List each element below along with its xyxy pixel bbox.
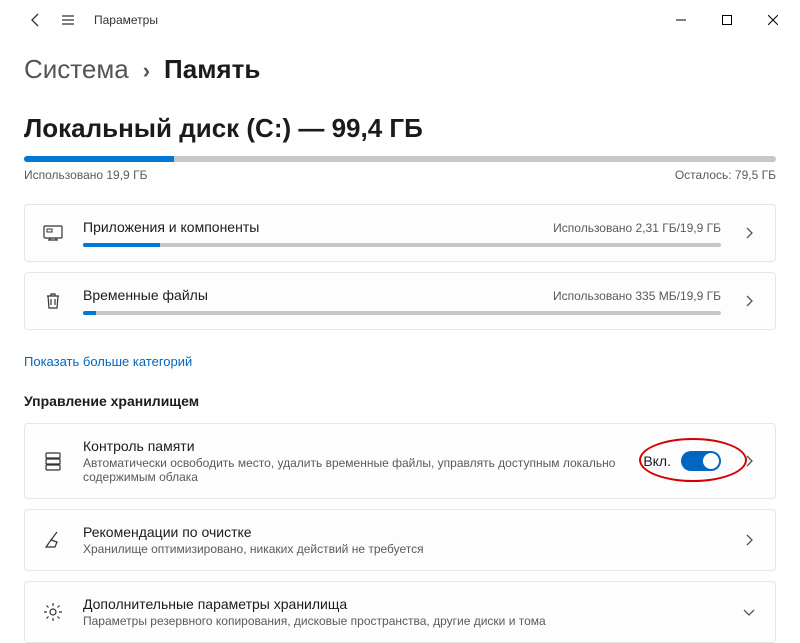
trash-icon xyxy=(41,291,65,311)
storage-icon xyxy=(41,451,65,471)
storage-sense-card[interactable]: Контроль памяти Автоматически освободить… xyxy=(24,423,776,499)
apps-icon xyxy=(41,223,65,243)
toggle-state-label: Вкл. xyxy=(643,453,671,469)
disk-used-label: Использовано 19,9 ГБ xyxy=(24,168,147,182)
menu-icon[interactable] xyxy=(54,6,82,34)
manage-heading: Управление хранилищем xyxy=(24,393,776,409)
clean-title: Рекомендации по очистке xyxy=(83,524,721,540)
disk-usage-fill xyxy=(24,156,174,162)
storage-sense-toggle[interactable] xyxy=(681,451,721,471)
minimize-button[interactable] xyxy=(658,4,704,36)
sense-sub: Автоматически освободить место, удалить … xyxy=(83,456,625,484)
chevron-right-icon xyxy=(739,534,759,546)
temp-usage: Использовано 335 МБ/19,9 ГБ xyxy=(553,289,721,303)
chevron-right-icon: › xyxy=(143,58,150,84)
breadcrumb: Система › Память xyxy=(24,54,776,85)
back-button[interactable] xyxy=(22,6,50,34)
chevron-right-icon xyxy=(739,295,759,307)
temp-title: Временные файлы xyxy=(83,287,208,303)
sense-title: Контроль памяти xyxy=(83,438,625,454)
maximize-button[interactable] xyxy=(704,4,750,36)
chevron-down-icon xyxy=(739,606,759,618)
gear-icon xyxy=(41,602,65,622)
temp-bar xyxy=(83,311,721,315)
chevron-right-icon xyxy=(739,227,759,239)
apps-card[interactable]: Приложения и компоненты Использовано 2,3… xyxy=(24,204,776,262)
chevron-right-icon xyxy=(739,455,759,467)
disk-title: Локальный диск (C:) — 99,4 ГБ xyxy=(24,113,776,144)
apps-title: Приложения и компоненты xyxy=(83,219,259,235)
breadcrumb-current: Память xyxy=(164,54,260,85)
apps-usage: Использовано 2,31 ГБ/19,9 ГБ xyxy=(553,221,721,235)
clean-sub: Хранилище оптимизировано, никаких действ… xyxy=(83,542,721,556)
disk-usage-bar xyxy=(24,156,776,162)
apps-bar xyxy=(83,243,721,247)
disk-free-label: Осталось: 79,5 ГБ xyxy=(675,168,776,182)
adv-title: Дополнительные параметры хранилища xyxy=(83,596,721,612)
titlebar: Параметры xyxy=(0,0,800,40)
close-button[interactable] xyxy=(750,4,796,36)
window-title: Параметры xyxy=(94,13,158,27)
broom-icon xyxy=(41,530,65,550)
temp-card[interactable]: Временные файлы Использовано 335 МБ/19,9… xyxy=(24,272,776,330)
cleanup-card[interactable]: Рекомендации по очистке Хранилище оптими… xyxy=(24,509,776,571)
breadcrumb-parent[interactable]: Система xyxy=(24,54,129,85)
adv-sub: Параметры резервного копирования, дисков… xyxy=(83,614,721,628)
show-more-link[interactable]: Показать больше категорий xyxy=(24,354,192,369)
